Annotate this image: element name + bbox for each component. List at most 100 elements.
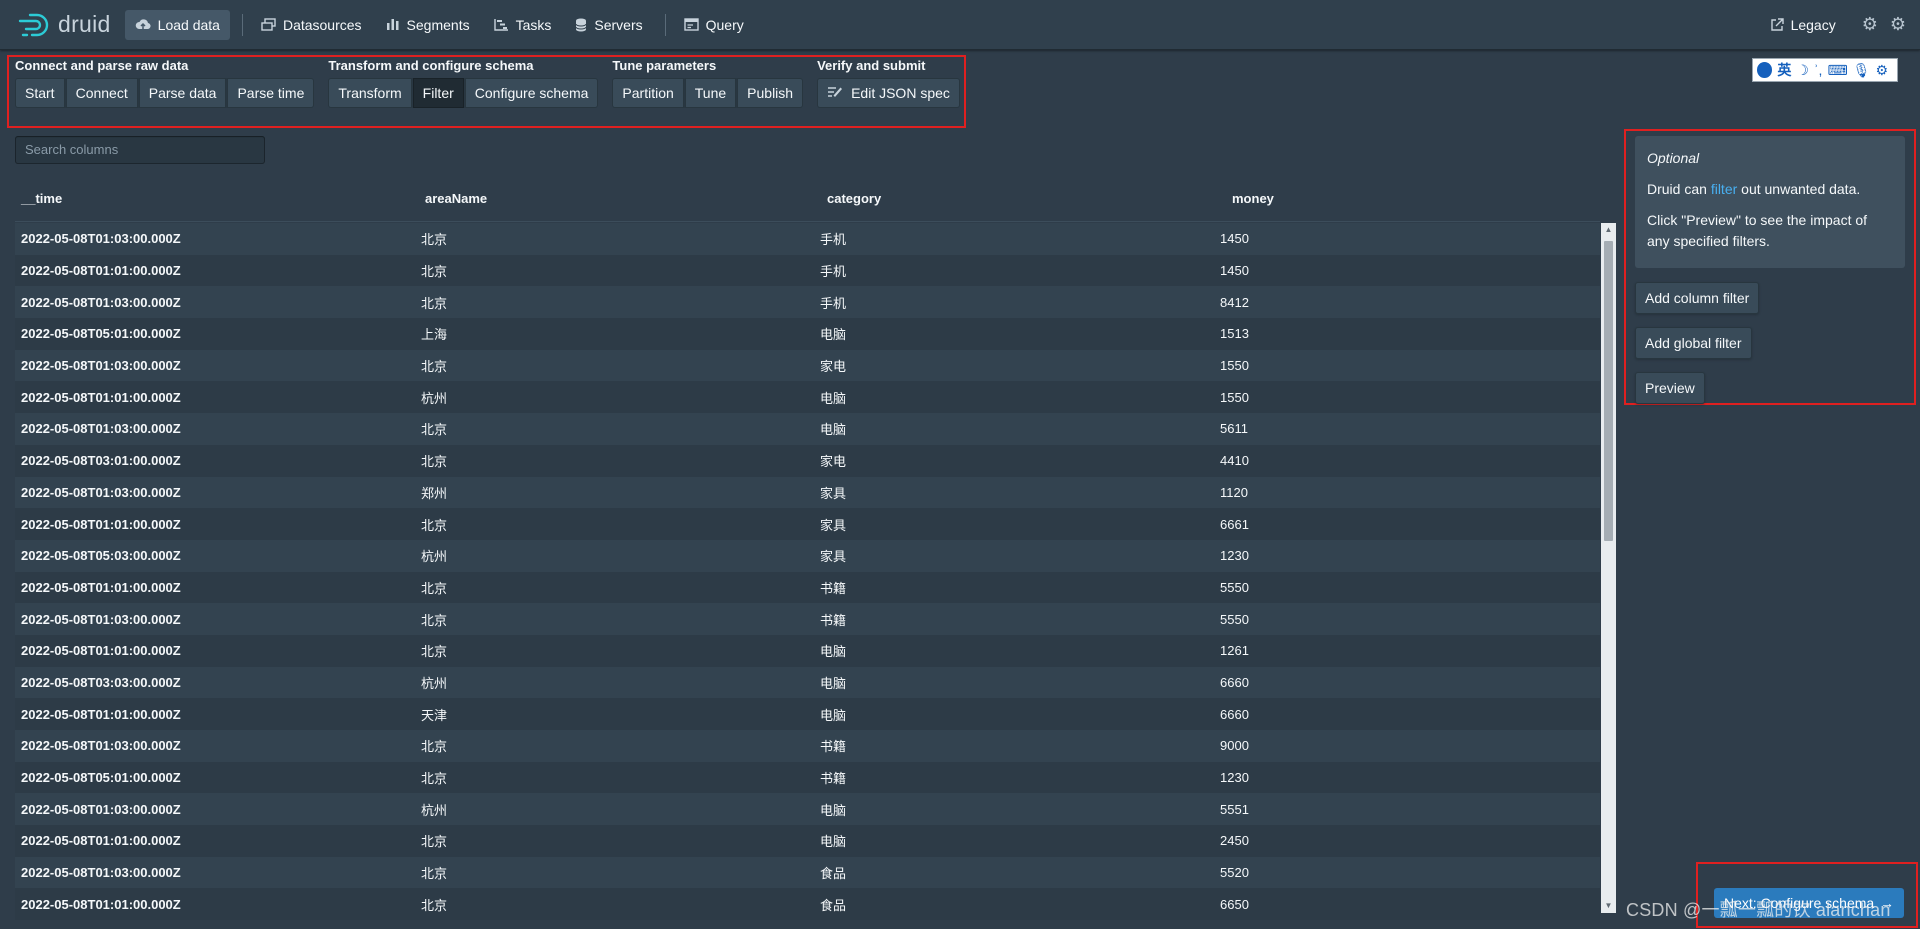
table-cell: 2022-05-08T01:03:00.000Z bbox=[21, 358, 181, 374]
table-cell: 6661 bbox=[1220, 516, 1249, 532]
nav-load-data[interactable]: Load data bbox=[124, 9, 230, 40]
nav-datasources[interactable]: Datasources bbox=[251, 10, 372, 40]
preview-table: __time areaName category money 2022-05-0… bbox=[15, 176, 1600, 921]
column-header-time[interactable]: __time bbox=[15, 191, 418, 206]
table-cell: 家电 bbox=[820, 359, 847, 375]
table-cell: 5551 bbox=[1220, 801, 1249, 817]
nav-right-group: Legacy ⚙ ⚙ bbox=[1760, 10, 1906, 40]
table-cell: 2022-05-08T05:03:00.000Z bbox=[21, 548, 181, 564]
scroll-down-arrow-icon[interactable]: ▼ bbox=[1601, 899, 1616, 913]
table-cell: 2022-05-08T01:03:00.000Z bbox=[21, 611, 181, 627]
table-body: 2022-05-08T01:03:00.000Z 北京 手机 1450 2022-05-… bbox=[15, 223, 1600, 921]
table-cell: 家电 bbox=[820, 454, 847, 470]
table-cell: 1513 bbox=[1220, 326, 1249, 342]
table-cell: 手机 bbox=[820, 232, 847, 248]
table-cell: 北京 bbox=[421, 580, 448, 596]
table-cell: 杭州 bbox=[421, 802, 448, 818]
table-scrollbar[interactable]: ▲ ▼ bbox=[1601, 223, 1616, 913]
stacked-chart-icon bbox=[386, 18, 400, 31]
nav-datasources-label: Datasources bbox=[282, 16, 362, 33]
nav-servers[interactable]: Servers bbox=[565, 10, 652, 40]
table-cell: 2450 bbox=[1220, 833, 1249, 849]
table-cell: 北京 bbox=[421, 771, 448, 787]
table-row: 2022-05-08T01:03:00.000Z 北京 书籍 5550 bbox=[15, 603, 1600, 635]
table-row: 2022-05-08T01:03:00.000Z 北京 手机 8412 bbox=[15, 286, 1600, 319]
table-cell: 1230 bbox=[1220, 770, 1249, 786]
nav-segments-label: Segments bbox=[406, 16, 470, 33]
table-row: 2022-05-08T01:01:00.000Z 北京 书籍 5550 bbox=[15, 571, 1600, 604]
nav-legacy-label: Legacy bbox=[1790, 16, 1836, 33]
table-row: 2022-05-08T01:03:00.000Z 北京 书籍 9000 bbox=[15, 730, 1600, 762]
nav-load-data-label: Load data bbox=[157, 16, 220, 33]
table-row: 2022-05-08T01:01:00.000Z 北京 家具 6661 bbox=[15, 508, 1600, 540]
table-cell: 电脑 bbox=[820, 644, 847, 660]
table-cell: 5520 bbox=[1220, 865, 1249, 881]
add-column-filter-button[interactable]: Add column filter bbox=[1635, 282, 1760, 314]
scroll-up-arrow-icon[interactable]: ▲ bbox=[1601, 223, 1616, 237]
nav-query[interactable]: Query bbox=[674, 10, 754, 40]
druid-logo[interactable]: druid bbox=[18, 11, 111, 38]
add-global-filter-button[interactable]: Add global filter bbox=[1635, 327, 1752, 359]
table-cell: 5550 bbox=[1220, 611, 1249, 627]
table-cell: 1120 bbox=[1220, 484, 1248, 500]
table-cell: 郑州 bbox=[421, 485, 448, 501]
table-row: 2022-05-08T01:01:00.000Z 北京 食品 6650 bbox=[15, 888, 1600, 921]
table-row: 2022-05-08T01:03:00.000Z 杭州 电脑 5551 bbox=[15, 793, 1600, 826]
table-cell: 9000 bbox=[1220, 738, 1249, 754]
table-row: 2022-05-08T01:03:00.000Z 郑州 家具 1120 bbox=[15, 476, 1600, 509]
settings-gear-icon[interactable]: ⚙ bbox=[1862, 14, 1878, 35]
ime-logo-icon bbox=[1757, 62, 1773, 78]
help-cog-icon[interactable]: ⚙ bbox=[1890, 14, 1906, 35]
database-icon bbox=[575, 18, 587, 32]
column-header-category[interactable]: category bbox=[819, 191, 1218, 206]
nav-segments[interactable]: Segments bbox=[376, 10, 480, 40]
column-header-areaname[interactable]: areaName bbox=[418, 191, 819, 206]
table-cell: 上海 bbox=[421, 327, 448, 343]
scroll-thumb[interactable] bbox=[1604, 241, 1613, 541]
table-cell: 1261 bbox=[1220, 643, 1249, 659]
table-cell: 8412 bbox=[1220, 294, 1249, 310]
moon-icon: ☽ bbox=[1796, 61, 1809, 78]
table-row: 2022-05-08T01:03:00.000Z 北京 家电 1550 bbox=[15, 349, 1600, 382]
table-cell: 2022-05-08T01:01:00.000Z bbox=[21, 389, 181, 405]
nav-tasks[interactable]: Tasks bbox=[484, 10, 562, 40]
table-cell: 5611 bbox=[1220, 421, 1248, 437]
table-cell: 北京 bbox=[421, 454, 448, 470]
table-cell: 电脑 bbox=[820, 390, 847, 406]
table-cell: 北京 bbox=[421, 834, 448, 850]
nav-legacy[interactable]: Legacy bbox=[1760, 10, 1846, 40]
table-cell: 2022-05-08T01:03:00.000Z bbox=[21, 484, 181, 500]
column-header-money[interactable]: money bbox=[1218, 191, 1598, 206]
table-cell: 电脑 bbox=[820, 834, 847, 850]
table-cell: 家具 bbox=[820, 485, 847, 501]
table-cell: 2022-05-08T05:01:00.000Z bbox=[21, 770, 181, 786]
table-row: 2022-05-08T01:01:00.000Z 北京 手机 1450 bbox=[15, 254, 1600, 287]
highlight-box-steps bbox=[7, 55, 966, 128]
table-row: 2022-05-08T03:01:00.000Z 北京 家电 4410 bbox=[15, 444, 1600, 477]
filter-doc-link[interactable]: filter bbox=[1711, 181, 1737, 197]
table-cell: 2022-05-08T01:03:00.000Z bbox=[21, 738, 181, 754]
table-row: 2022-05-08T01:03:00.000Z 北京 食品 5520 bbox=[15, 856, 1600, 889]
table-header: __time areaName category money bbox=[15, 176, 1600, 222]
table-cell: 6660 bbox=[1220, 674, 1249, 690]
table-cell: 北京 bbox=[421, 232, 448, 248]
ime-toolbar[interactable]: 英 ☽ ʾ, ⌨ 🎙 ⚙ bbox=[1752, 58, 1898, 82]
table-cell: 电脑 bbox=[820, 422, 847, 438]
callout-description: Druid can filter out unwanted data. bbox=[1647, 181, 1861, 197]
table-cell: 6650 bbox=[1220, 896, 1249, 912]
table-cell: 北京 bbox=[421, 644, 448, 660]
multi-select-icon bbox=[261, 18, 276, 31]
table-cell: 手机 bbox=[820, 264, 847, 280]
table-cell: 2022-05-08T01:01:00.000Z bbox=[21, 579, 181, 595]
table-cell: 2022-05-08T03:01:00.000Z bbox=[21, 453, 181, 469]
table-cell: 家具 bbox=[820, 549, 847, 565]
table-cell: 1450 bbox=[1220, 263, 1249, 279]
search-columns-input[interactable]: Search columns bbox=[15, 136, 265, 164]
table-row: 2022-05-08T05:01:00.000Z 上海 电脑 1513 bbox=[15, 318, 1600, 350]
table-cell: 电脑 bbox=[820, 675, 847, 691]
table-cell: 1550 bbox=[1220, 358, 1249, 374]
table-cell: 2022-05-08T01:01:00.000Z bbox=[21, 706, 181, 722]
application-icon bbox=[683, 18, 699, 31]
preview-button[interactable]: Preview bbox=[1635, 372, 1705, 404]
table-cell: 2022-05-08T01:01:00.000Z bbox=[21, 896, 181, 912]
